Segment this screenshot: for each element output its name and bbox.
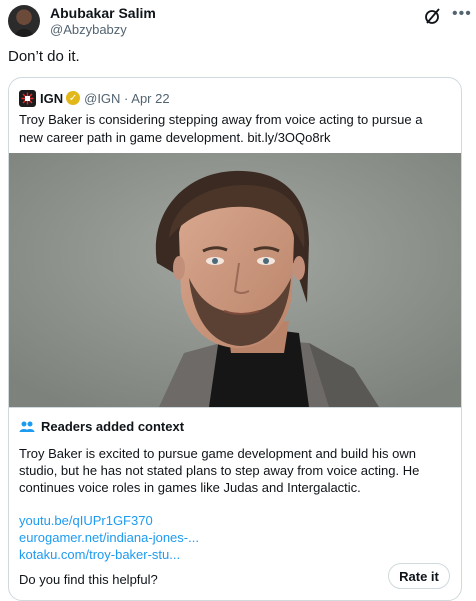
context-title-text: Readers added context xyxy=(41,419,185,434)
author-handle[interactable]: @Abzybabzy xyxy=(50,22,127,37)
context-link[interactable]: eurogamer.net/indiana-jones-... xyxy=(19,529,199,546)
people-icon xyxy=(19,421,35,432)
ign-logo-icon[interactable] xyxy=(19,89,36,107)
quoted-handle-date[interactable]: @IGN · Apr 22 xyxy=(84,91,169,106)
community-notes: Readers added context Troy Baker is exci… xyxy=(9,407,461,600)
quoted-text: Troy Baker is considering stepping away … xyxy=(19,112,423,145)
quoted-author-name[interactable]: IGN xyxy=(40,91,63,106)
author-name[interactable]: Abubakar Salim xyxy=(50,5,156,21)
tweet-header: Abubakar Salim @Abzybabzy ••• xyxy=(8,3,472,43)
helpful-question: Do you find this helpful? xyxy=(19,572,158,587)
grok-icon[interactable] xyxy=(424,7,442,25)
quoted-header: IGN ✓ @IGN · Apr 22 xyxy=(19,89,170,107)
quoted-tweet[interactable]: IGN ✓ @IGN · Apr 22 Troy Baker is consid… xyxy=(8,77,462,601)
context-link[interactable]: youtu.be/qIUPr1GF370 xyxy=(19,512,199,529)
context-body: Troy Baker is excited to pursue game dev… xyxy=(19,446,420,495)
context-link[interactable]: kotaku.com/troy-baker-stu... xyxy=(19,546,199,563)
context-links: youtu.be/qIUPr1GF370 eurogamer.net/india… xyxy=(19,512,199,563)
author-avatar[interactable] xyxy=(8,5,40,37)
verified-badge-icon: ✓ xyxy=(66,91,81,105)
tweet-text: Don’t do it. xyxy=(8,48,80,65)
more-icon[interactable]: ••• xyxy=(452,5,472,23)
portrait-illustration xyxy=(9,153,461,407)
rate-it-button[interactable]: Rate it xyxy=(388,563,450,589)
context-title: Readers added context xyxy=(19,419,184,434)
quoted-photo[interactable] xyxy=(9,153,461,407)
